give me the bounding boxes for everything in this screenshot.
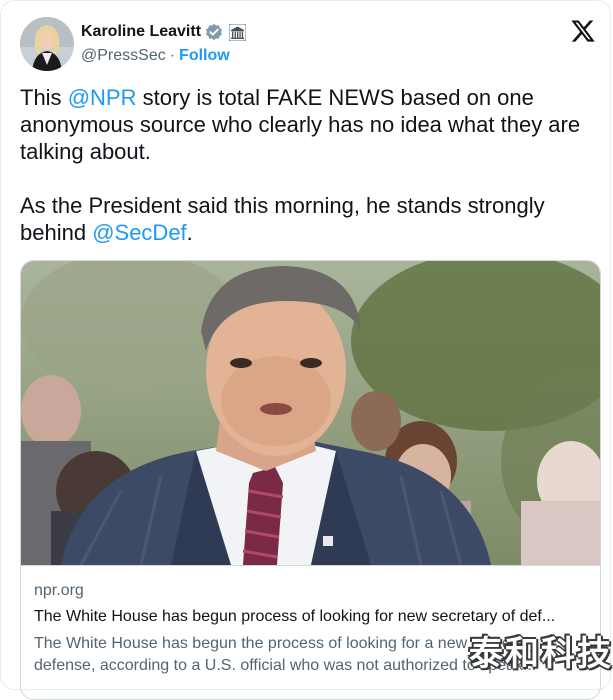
mention-secdef-link[interactable]: @SecDef — [92, 220, 186, 245]
tweet-card: Karoline Leavitt @PressSec · Follow This… — [0, 0, 611, 700]
link-headline[interactable]: The White House has begun process of loo… — [34, 608, 589, 626]
author-name-row: Karoline Leavitt — [81, 21, 247, 43]
tweet-text-segment: . — [186, 220, 193, 245]
author-handle-row: @PressSec · Follow — [81, 47, 230, 65]
watermark-text: 泰和科技 — [469, 634, 613, 674]
author-name[interactable]: Karoline Leavitt — [81, 23, 201, 41]
follow-button[interactable]: Follow — [179, 47, 230, 64]
tweet-body: This @NPR story is total FAKE NEWS based… — [20, 84, 600, 246]
tweet-text-segment: This — [20, 85, 68, 110]
separator-dot: · — [169, 47, 176, 64]
link-preview-meta: npr.org The White House has begun proces… — [21, 565, 600, 674]
white-house-icon — [228, 23, 247, 41]
mention-npr-link[interactable]: @NPR — [68, 85, 137, 110]
link-preview-image[interactable] — [21, 261, 600, 566]
author-avatar[interactable] — [20, 17, 74, 71]
link-domain: npr.org — [34, 582, 84, 599]
x-logo-icon[interactable] — [570, 18, 596, 44]
verified-badge-icon — [205, 23, 223, 41]
author-handle[interactable]: @PressSec — [81, 47, 166, 64]
